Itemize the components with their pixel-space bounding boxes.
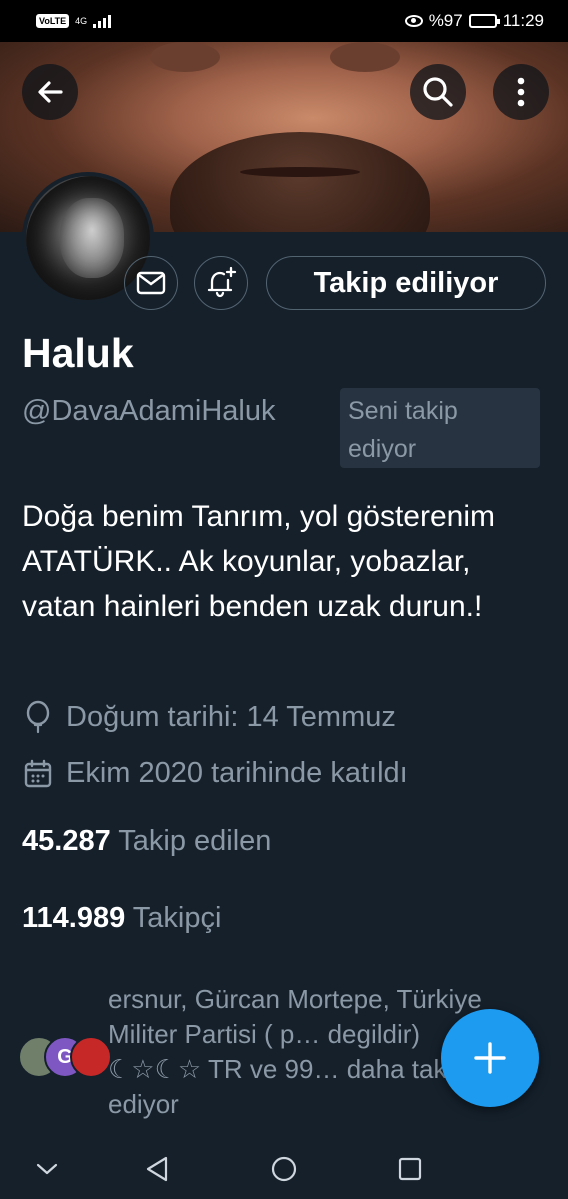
followers-stat[interactable]: 114.989 Takipçi (22, 902, 221, 935)
back-triangle-icon (146, 1156, 168, 1182)
status-bar: VoLTE 4G %97 11:29 (0, 0, 568, 42)
calendar-icon (24, 759, 52, 787)
nav-recents-button[interactable] (395, 1154, 425, 1184)
banner-beard (170, 132, 430, 232)
banner-shade (330, 42, 400, 72)
bell-plus-icon (207, 266, 237, 298)
battery-icon (468, 14, 500, 28)
nav-hide-button[interactable] (32, 1154, 62, 1184)
following-button[interactable]: Takip ediliyor (266, 256, 546, 310)
nav-home-button[interactable] (269, 1154, 299, 1184)
balloon-icon (26, 700, 50, 734)
profile-handle: @DavaAdamiHaluk (22, 395, 276, 427)
followers-label: Takipçi (132, 902, 222, 934)
birthday-row: Doğum tarihi: 14 Temmuz (22, 700, 396, 734)
eye-comfort-icon (404, 15, 423, 27)
following-count: 45.287 (22, 825, 111, 857)
birthday-text: Doğum tarihi: 14 Temmuz (66, 700, 396, 733)
banner-shade (150, 42, 220, 72)
search-icon (423, 77, 453, 107)
joined-text: Ekim 2020 tarihinde katıldı (66, 757, 408, 789)
envelope-icon (136, 271, 166, 295)
plus-icon (474, 1042, 506, 1074)
following-stat[interactable]: 45.287 Takip edilen (22, 825, 271, 858)
profile-name: Haluk (22, 330, 134, 376)
network-type: 4G (75, 15, 88, 26)
signal-icon (93, 14, 112, 28)
arrow-left-icon (38, 81, 63, 103)
profile-bio: Doğa benim Tanrım, yol gösterenim ATATÜR… (22, 500, 495, 623)
follows-you-badge: Seni takip ediyor (340, 388, 540, 468)
clock: 11:29 (502, 11, 544, 30)
followers-count: 114.989 (22, 902, 126, 934)
more-vertical-icon (517, 77, 525, 107)
volte-indicator: VoLTE (36, 14, 70, 28)
mini-avatar (70, 1036, 112, 1078)
following-label: Takip edilen (118, 825, 272, 857)
known-followers-text[interactable]: ersnur, Gürcan Mortepe, Türkiye Militer … (108, 982, 488, 1122)
chevron-down-icon (36, 1163, 58, 1175)
home-circle-icon (271, 1156, 297, 1182)
back-button[interactable] (22, 64, 78, 120)
recents-square-icon (398, 1157, 422, 1181)
banner-mouth (240, 167, 360, 177)
battery-percent: %97 (428, 11, 463, 30)
notify-button[interactable] (194, 256, 248, 310)
joined-row: Ekim 2020 tarihinde katıldı (22, 757, 408, 790)
message-button[interactable] (124, 256, 178, 310)
system-nav-bar (0, 1140, 568, 1199)
more-button[interactable] (493, 64, 549, 120)
known-followers-avatars[interactable]: G (18, 1036, 112, 1080)
compose-button[interactable] (441, 1009, 539, 1107)
nav-back-button[interactable] (142, 1154, 172, 1184)
search-button[interactable] (410, 64, 466, 120)
